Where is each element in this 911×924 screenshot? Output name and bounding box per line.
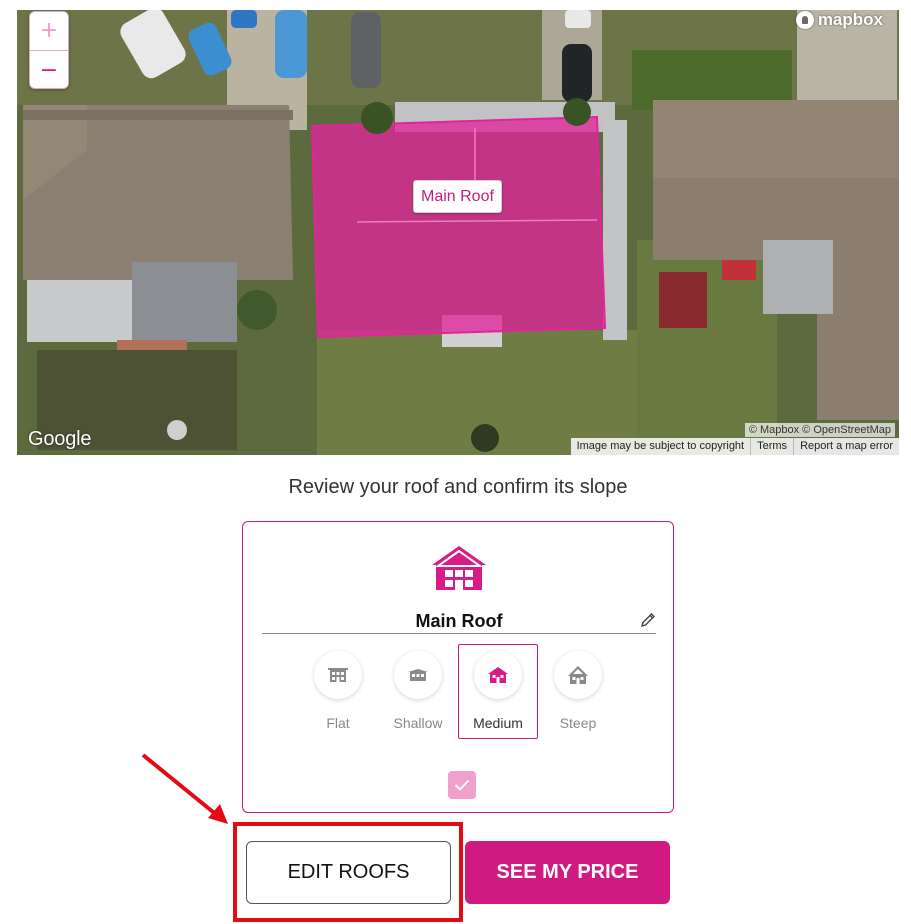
slope-options: Flat Shallow Medium Steep [298, 644, 618, 739]
slope-option-steep[interactable]: Steep [538, 644, 618, 739]
satellite-imagery [17, 10, 899, 455]
copyright-notice: Image may be subject to copyright [576, 440, 745, 452]
slope-label-steep: Steep [559, 715, 597, 731]
steep-roof-icon [568, 666, 588, 684]
roof-map-label: Main Roof [413, 180, 502, 213]
page-instruction: Review your roof and confirm its slope [288, 476, 628, 498]
roof-name-field: Main Roof [262, 610, 656, 634]
zoom-control: + − [29, 11, 69, 89]
annotation-arrow [141, 753, 228, 824]
report-error-link[interactable]: Report a map error [793, 438, 899, 455]
pencil-icon[interactable] [640, 612, 656, 628]
slope-option-flat[interactable]: Flat [298, 644, 378, 739]
slope-option-shallow[interactable]: Shallow [378, 644, 458, 739]
medium-roof-icon [488, 667, 508, 683]
confirm-slope-checkbox[interactable] [448, 771, 476, 799]
map-footer: Image may be subject to copyright Terms … [570, 438, 899, 455]
roof-name: Main Roof [415, 611, 503, 631]
terms-link[interactable]: Terms [750, 438, 793, 455]
check-icon [454, 779, 470, 791]
zoom-out-button[interactable]: − [30, 51, 68, 88]
slope-label-shallow: Shallow [393, 715, 443, 731]
slope-label-flat: Flat [326, 715, 350, 731]
roof-card: Main Roof Flat Shallow Medium Steep [242, 521, 674, 813]
slope-option-medium[interactable]: Medium [458, 644, 538, 739]
satellite-map[interactable]: + − mapbox Main Roof Google © Mapbox © O… [17, 10, 899, 455]
map-attribution[interactable]: © Mapbox © OpenStreetMap [744, 423, 895, 437]
annotation-highlight-box [233, 822, 463, 922]
google-logo: Google [28, 428, 92, 450]
shallow-roof-icon [408, 669, 428, 681]
slope-label-medium: Medium [473, 715, 523, 731]
mapbox-logo[interactable]: mapbox [795, 10, 883, 30]
flat-roof-icon [328, 668, 348, 682]
zoom-in-button[interactable]: + [30, 12, 68, 51]
see-my-price-button[interactable]: SEE MY PRICE [465, 841, 670, 904]
house-icon [432, 546, 486, 590]
mapbox-icon [795, 11, 814, 29]
mapbox-logo-text: mapbox [817, 10, 883, 29]
